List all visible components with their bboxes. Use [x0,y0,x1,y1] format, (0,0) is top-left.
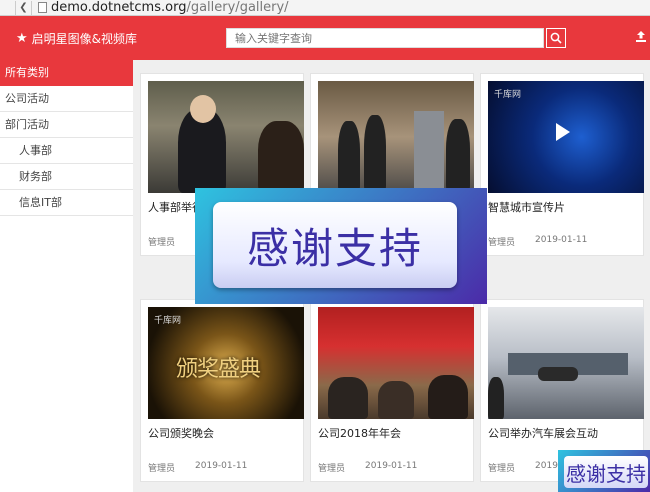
card-author: 管理员 [318,464,346,474]
card-title[interactable]: 公司2018年年会 [318,427,466,457]
card-thumbnail[interactable]: 千库网 颁奖盛典 [148,307,304,419]
card-thumbnail[interactable] [488,307,644,419]
card-title[interactable]: 公司颁奖晚会 [148,427,296,457]
thumb-caption: 颁奖盛典 [176,357,261,382]
sidebar-item-all[interactable]: 所有类别 [0,60,133,86]
card-author: 管理员 [488,464,516,474]
thanks-overlay-banner[interactable]: 感谢支持 [195,188,487,304]
upload-icon[interactable] [636,31,646,45]
sidebar-item-company-activities[interactable]: 公司活动 [0,86,133,112]
back-arrow-icon[interactable]: ❮ [16,0,32,15]
card-date: 2019-01-11 [195,461,248,471]
search-button[interactable] [546,28,566,48]
thanks-text: 感谢支持 [246,223,423,273]
search-input[interactable] [226,28,544,48]
card-thumbnail[interactable] [318,307,474,419]
sidebar-item-department-activities[interactable]: 部门活动 [0,112,133,138]
page-icon [38,2,47,13]
card-thumbnail[interactable] [318,81,474,193]
thanks-mini-text: 感谢支持 [566,461,646,486]
card-thumbnail[interactable]: 千库网 [488,81,644,193]
card-author: 管理员 [488,238,516,248]
category-sidebar: 所有类别 公司活动 部门活动 人事部 财务部 信息IT部 [0,60,133,492]
sidebar-item-hr[interactable]: 人事部 [0,138,133,164]
card-title[interactable]: 智慧城市宣传片 [488,201,636,231]
search-bar [226,28,566,48]
thanks-mini-banner[interactable]: 感谢支持 [558,450,650,492]
sidebar-item-it[interactable]: 信息IT部 [0,190,133,216]
card-thumbnail[interactable] [148,81,304,193]
star-icon: ★ [16,30,28,46]
search-icon [550,32,562,44]
url-host: demo.dotnetcms.org [51,0,187,15]
gallery-card[interactable]: 千库网 智慧城市宣传片 管理员 2019-01-11 [480,73,644,256]
app-header: ★ 启明星图像&视频库 [0,16,650,60]
thumb-watermark: 千库网 [154,316,182,326]
thumb-watermark: 千库网 [494,90,522,100]
card-author: 管理员 [148,464,176,474]
card-date: 2019-01-11 [535,235,588,245]
play-icon[interactable] [556,123,570,141]
site-title: 启明星图像&视频库 [31,31,138,46]
browser-menu-button[interactable] [0,0,16,15]
browser-toolbar: ❮ demo.dotnetcms.org/gallery/gallery/ [0,0,650,16]
url-path: /gallery/gallery/ [186,0,289,15]
site-logo[interactable]: ★ 启明星图像&视频库 [16,30,137,47]
address-bar[interactable]: demo.dotnetcms.org/gallery/gallery/ [38,0,289,15]
card-author: 管理员 [148,238,176,248]
card-date: 2019-01-11 [365,461,418,471]
gallery-card[interactable]: 千库网 颁奖盛典 公司颁奖晚会 管理员 2019-01-11 [140,299,304,482]
gallery-card[interactable]: 公司2018年年会 管理员 2019-01-11 [310,299,474,482]
sidebar-item-finance[interactable]: 财务部 [0,164,133,190]
